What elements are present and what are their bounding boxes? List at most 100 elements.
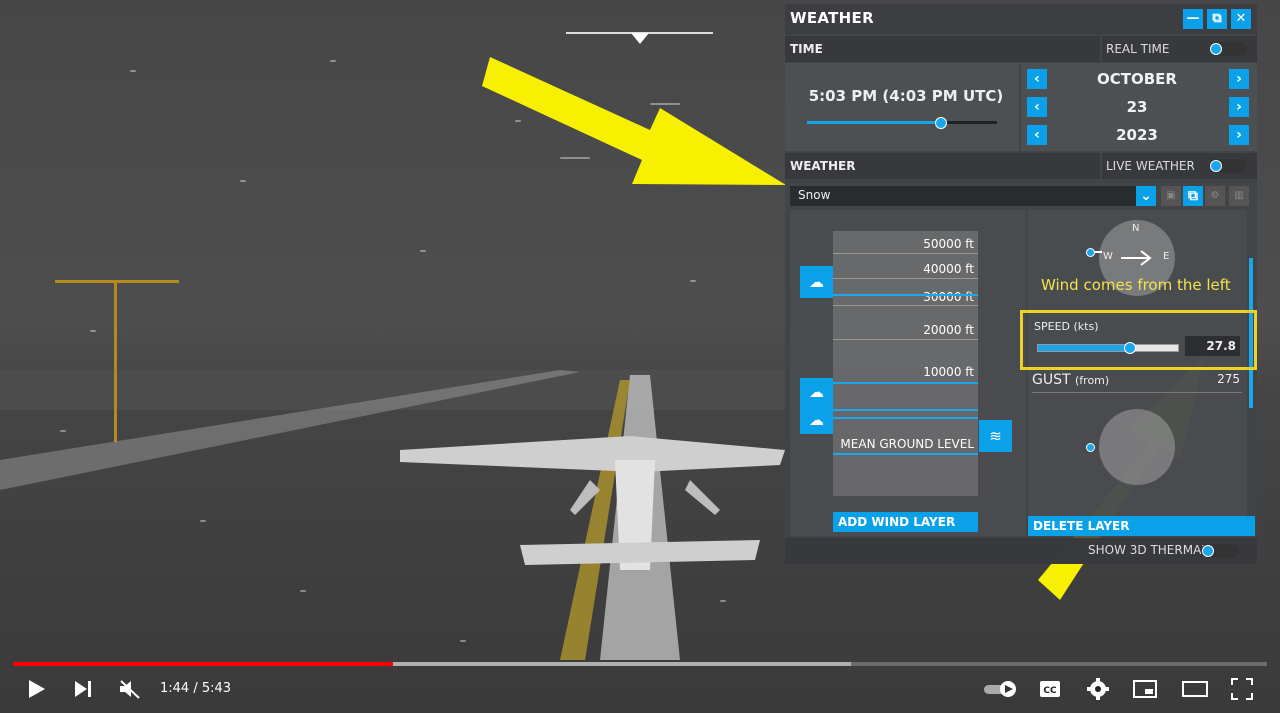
miniplayer-icon[interactable] [1133, 680, 1157, 698]
ground-level-label: MEAN GROUND LEVEL [840, 437, 974, 451]
save-icon: ▣ [1166, 190, 1176, 201]
real-time-toggle[interactable] [1209, 42, 1247, 56]
altitude-column[interactable]: 50000 ft 40000 ft 30000 ft 20000 ft 1000… [833, 231, 978, 496]
speed-slider[interactable] [1037, 342, 1179, 354]
time-slider[interactable] [807, 117, 997, 129]
cloud-icon: ☁ ☁ [809, 383, 824, 429]
cloud-layer-button[interactable]: ☁ [800, 266, 833, 298]
year-prev-button[interactable]: ‹ [1027, 125, 1047, 145]
wind-layer-button[interactable]: ≋ [979, 420, 1012, 452]
month-next-button[interactable]: › [1229, 69, 1249, 89]
popout-button[interactable]: ⧉ [1207, 9, 1227, 29]
speed-input[interactable]: 27.8 [1185, 336, 1240, 356]
compass-handle[interactable] [1086, 248, 1095, 257]
thermal-toggle[interactable] [1201, 544, 1239, 558]
year-next-button[interactable]: › [1229, 125, 1249, 145]
live-weather-toggle[interactable] [1209, 159, 1247, 173]
delete-layer-button[interactable]: DELETE LAYER [1028, 516, 1255, 536]
gust-label: GUST [1032, 372, 1071, 388]
gust-compass-handle[interactable] [1086, 443, 1095, 452]
date-box: ‹ OCTOBER › ‹ 23 › ‹ 2023 › [1021, 63, 1257, 151]
autoplay-icon[interactable] [983, 680, 1019, 698]
wind-direction-arrow-icon [1121, 250, 1152, 266]
panel-header: WEATHER — ⧉ ✕ [785, 4, 1257, 34]
thermal-label: SHOW 3D THERMAL [1088, 543, 1208, 557]
delete-preset-button[interactable]: ▥ [1229, 186, 1249, 206]
gust-divider [1032, 392, 1242, 393]
gust-compass[interactable] [1099, 409, 1175, 485]
preset-dropdown[interactable]: Snow ⌄ [790, 186, 1156, 206]
altitude-label: 30000 ft [923, 290, 974, 304]
gust-label-group: GUST (from) [1032, 372, 1109, 388]
gust-suffix: (from) [1075, 374, 1110, 387]
wind-icon: ≋ [989, 427, 1002, 445]
chevron-left-icon: ‹ [1034, 71, 1040, 87]
altitude-label: 50000 ft [923, 237, 974, 251]
speed-slider-thumb[interactable] [1124, 342, 1136, 354]
settings-icon[interactable] [1087, 678, 1109, 700]
gust-value[interactable]: 275 [1185, 372, 1240, 386]
close-icon: ✕ [1235, 11, 1247, 26]
trash-icon: ▥ [1234, 190, 1244, 201]
thermal-row: SHOW 3D THERMAL [785, 538, 1257, 564]
day-value: 23 [1126, 98, 1148, 116]
real-time-row: REAL TIME [1102, 36, 1257, 62]
live-weather-label: LIVE WEATHER [1106, 159, 1195, 173]
svg-text:CC: CC [1043, 686, 1057, 696]
fullscreen-icon[interactable] [1231, 678, 1253, 700]
month-prev-button[interactable]: ‹ [1027, 69, 1047, 89]
preset-settings-button[interactable]: ⚙ [1205, 186, 1225, 206]
progress-bar[interactable] [13, 662, 1267, 666]
preset-dropdown-toggle[interactable]: ⌄ [1136, 186, 1156, 206]
compass-w: W [1103, 251, 1113, 262]
live-weather-row: LIVE WEATHER [1102, 153, 1257, 179]
compass-e: E [1163, 251, 1170, 262]
chevron-right-icon: › [1236, 71, 1242, 87]
save-preset-button[interactable]: ▣ [1161, 186, 1181, 206]
time-label: TIME [790, 42, 823, 56]
time-slider-thumb[interactable] [935, 117, 947, 129]
time-display: 5:03 PM (4:03 PM UTC) [808, 87, 1004, 105]
time-box: 5:03 PM (4:03 PM UTC) [785, 63, 1019, 151]
speed-label: SPEED (kts) [1034, 320, 1099, 333]
minimize-icon: — [1186, 11, 1200, 26]
ground-wind-bar[interactable] [833, 453, 978, 455]
weather-label: WEATHER [790, 159, 856, 173]
altitude-line [833, 278, 978, 279]
time-slider-fill [807, 121, 940, 124]
panel-title: WEATHER [790, 9, 874, 27]
add-wind-layer-button[interactable]: ADD WIND LAYER [833, 512, 978, 532]
speed-slider-fill [1038, 345, 1130, 351]
cloud-layer-bar[interactable] [833, 294, 978, 296]
day-next-button[interactable]: › [1229, 97, 1249, 117]
chevron-left-icon: ‹ [1034, 127, 1040, 143]
chevron-left-icon: ‹ [1034, 99, 1040, 115]
cloud-layer-bar[interactable] [833, 409, 978, 411]
annotation-text: Wind comes from the left [1041, 276, 1231, 294]
progress-played [13, 662, 393, 666]
next-icon[interactable] [73, 680, 93, 698]
time-display-player: 1:44 / 5:43 [160, 681, 232, 696]
month-value: OCTOBER [1097, 70, 1177, 88]
weather-section-header: WEATHER [785, 153, 1100, 179]
altitude-line [833, 305, 978, 306]
copy-icon: ⧉ [1188, 188, 1198, 204]
cloud-layer-button[interactable]: ☁ ☁ [800, 378, 833, 434]
cc-icon[interactable]: CC [1039, 680, 1061, 698]
altitude-line [833, 339, 978, 340]
cloud-layer-bar[interactable] [833, 382, 978, 384]
cloud-layer-bar[interactable] [833, 417, 978, 419]
compass-n: N [1132, 223, 1140, 234]
real-time-label: REAL TIME [1106, 42, 1170, 56]
close-button[interactable]: ✕ [1231, 9, 1251, 29]
day-prev-button[interactable]: ‹ [1027, 97, 1047, 117]
altitude-label: 10000 ft [923, 365, 974, 379]
altitude-label: 20000 ft [923, 323, 974, 337]
mute-icon[interactable] [119, 679, 141, 699]
preset-value: Snow [798, 188, 831, 202]
minimize-button[interactable]: — [1183, 9, 1203, 29]
theater-icon[interactable] [1182, 681, 1208, 697]
play-icon[interactable] [26, 679, 46, 699]
copy-preset-button[interactable]: ⧉ [1183, 186, 1203, 206]
weather-panel: WEATHER — ⧉ ✕ TIME REAL TIME 5:03 PM (4:… [785, 4, 1257, 564]
